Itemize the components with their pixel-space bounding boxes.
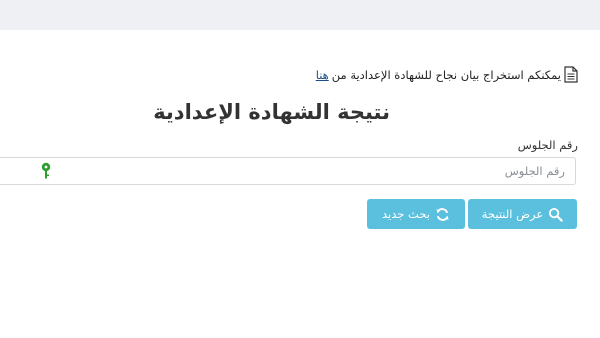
page-title: نتيجة الشهادة الإعدادية — [153, 100, 390, 124]
key-icon[interactable] — [40, 162, 52, 180]
notice-text: يمكنكم استخراج بيان نجاح للشهادة الإعداد… — [331, 67, 561, 82]
seat-number-input[interactable] — [0, 157, 576, 185]
new-search-button[interactable]: بحث جديد — [367, 199, 465, 229]
show-result-label: عرض النتيجة — [481, 207, 544, 221]
new-search-label: بحث جديد — [382, 207, 430, 221]
show-result-button[interactable]: عرض النتيجة — [468, 199, 577, 229]
refresh-icon — [435, 207, 450, 222]
document-icon — [564, 66, 578, 83]
notice-link[interactable]: هنا — [316, 68, 329, 82]
seat-number-label: رقم الجلوس — [517, 138, 578, 152]
notice-line: يمكنكم استخراج بيان نجاح للشهادة الإعداد… — [316, 66, 578, 83]
top-bar — [0, 0, 600, 30]
search-icon — [548, 207, 563, 222]
